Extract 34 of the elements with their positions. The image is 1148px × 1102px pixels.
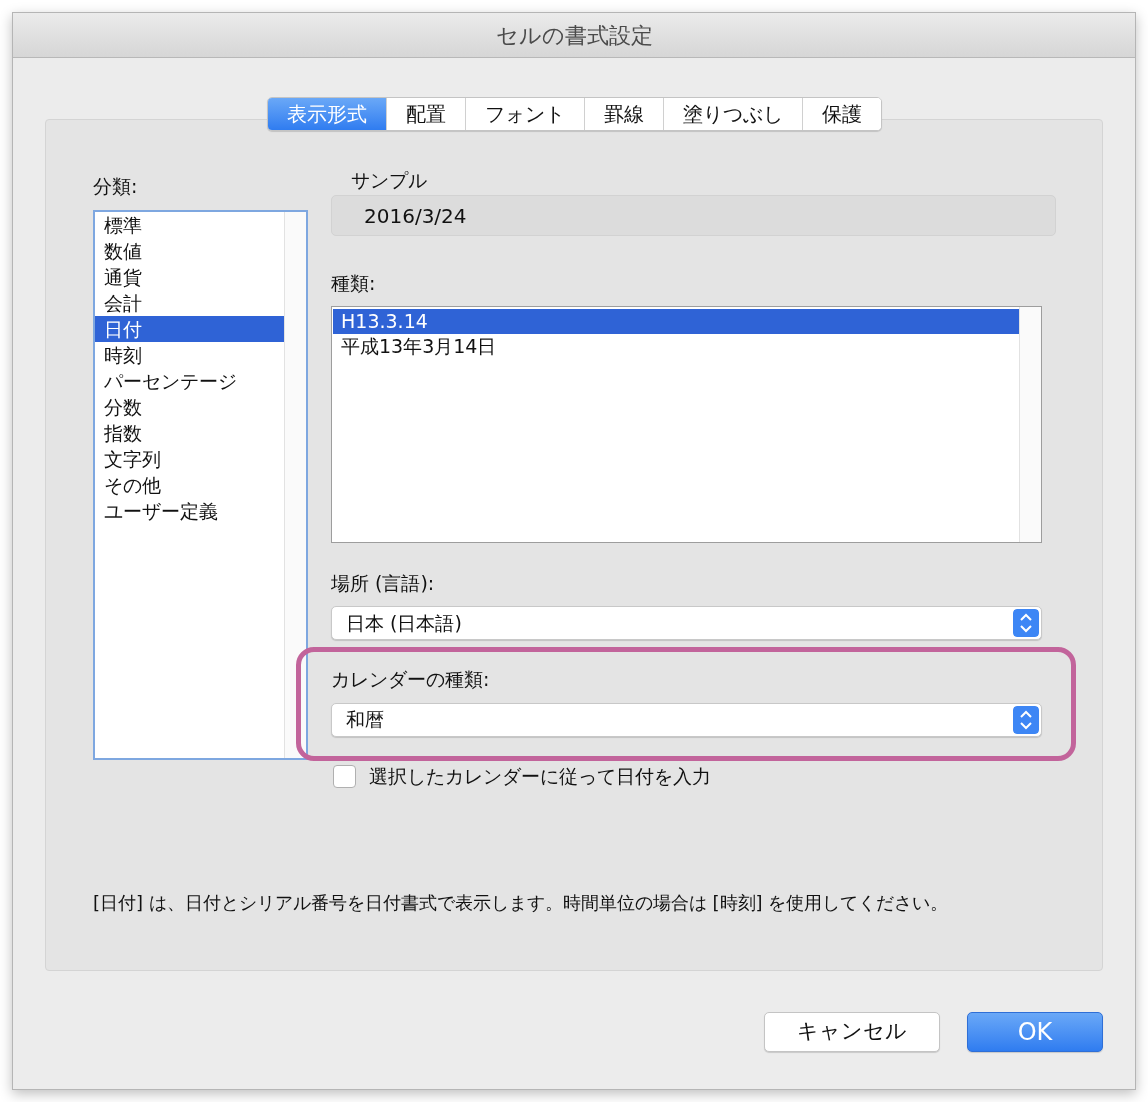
stepper-icon xyxy=(1013,609,1039,637)
tab[interactable]: 塗りつぶし xyxy=(663,98,803,130)
description-text: [日付] は、日付とシリアル番号を日付書式で表示します。時間単位の場合は [時刻] を使用してください。 xyxy=(93,890,950,915)
category-item[interactable]: 指数 xyxy=(95,420,284,446)
category-item[interactable]: 時刻 xyxy=(95,342,284,368)
locale-select[interactable]: 日本 (日本語) xyxy=(331,606,1042,640)
type-label: 種類: xyxy=(331,271,377,296)
category-label: 分類: xyxy=(93,174,139,199)
category-item[interactable]: パーセンテージ xyxy=(95,368,284,394)
sample-value: 2016/3/24 xyxy=(364,202,467,230)
calendar-label: カレンダーの種類: xyxy=(331,667,491,692)
category-item[interactable]: 数値 xyxy=(95,238,284,264)
tab[interactable]: 保護 xyxy=(802,98,881,130)
stepper-icon xyxy=(1013,705,1039,734)
category-item[interactable]: その他 xyxy=(95,472,284,498)
calendar-select[interactable]: 和暦 xyxy=(331,702,1042,737)
checkbox[interactable] xyxy=(333,764,356,788)
checkbox-label: 選択したカレンダーに従って日付を入力 xyxy=(369,764,711,789)
locale-label: 場所 (言語): xyxy=(331,570,436,596)
category-item[interactable]: ユーザー定義 xyxy=(95,498,284,524)
type-item[interactable]: H13.3.14 xyxy=(333,308,1019,334)
tab[interactable]: 罫線 xyxy=(584,98,664,130)
category-item[interactable]: 分数 xyxy=(95,394,284,420)
window-title: セルの書式設定 xyxy=(495,21,653,50)
sample-label: サンプル xyxy=(351,168,428,190)
tab[interactable]: 配置 xyxy=(386,98,466,130)
category-item[interactable]: 文字列 xyxy=(95,446,284,472)
category-item[interactable]: 標準 xyxy=(95,212,284,238)
category-item[interactable]: 会計 xyxy=(95,290,284,316)
type-item[interactable]: 平成13年3月14日 xyxy=(333,333,1019,359)
category-item[interactable]: 日付 xyxy=(95,316,284,342)
cancel-button[interactable]: キャンセル xyxy=(764,1012,940,1052)
category-item[interactable]: 通貨 xyxy=(95,264,284,290)
tab[interactable]: フォント xyxy=(465,98,585,130)
